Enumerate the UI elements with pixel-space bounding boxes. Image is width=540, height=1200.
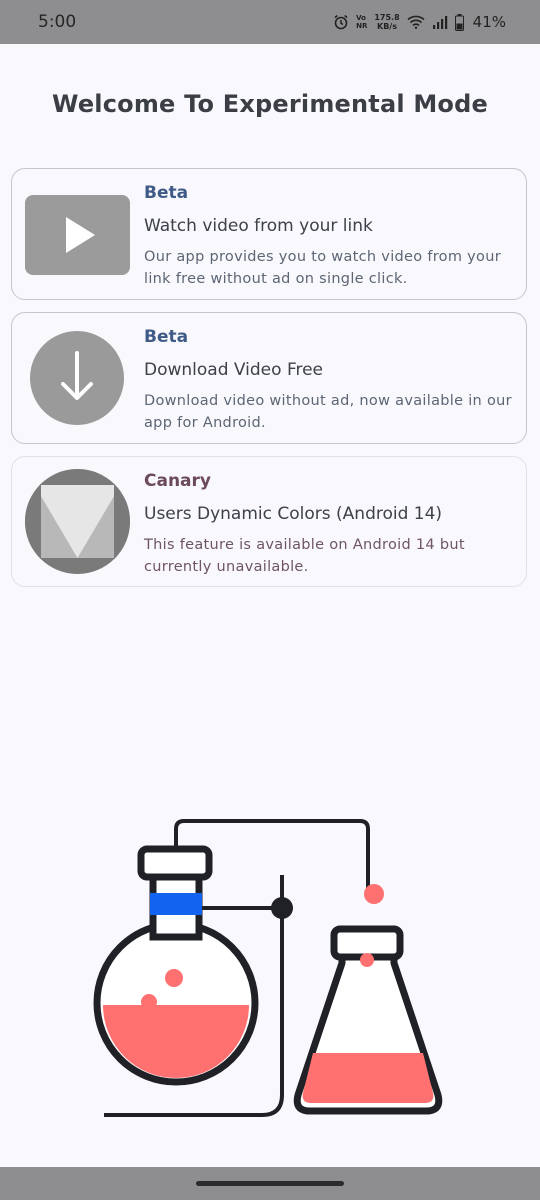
volte-line1: Vo [356,14,366,22]
network-speed-value: 175.8 [374,13,400,22]
wifi-icon [407,15,425,29]
signal-icon [432,15,448,29]
feature-badge: Canary [144,471,211,491]
status-time: 5:00 [38,12,77,32]
feature-description: Download video without ad, now available… [144,393,512,431]
network-speed: 175.8 KB/s [374,13,399,31]
battery-percent: 41% [472,13,506,31]
download-icon [30,331,124,430]
volte-indicator: Vo NR [356,14,367,30]
volte-line2: NR [356,22,368,30]
feature-card-watch-video[interactable]: Beta Watch video from your link Our app … [11,168,527,300]
status-bar: 5:00 Vo NR 175.8 KB/s 41% [0,0,540,44]
system-navigation-bar [0,1167,540,1200]
home-gesture-handle[interactable] [196,1181,344,1186]
feature-description: Our app provides you to watch video from… [144,249,501,287]
feature-badge: Beta [144,327,189,347]
battery-icon [454,13,464,31]
play-icon [25,195,130,280]
feature-card-download-video[interactable]: Beta Download Video Free Download video … [11,312,527,444]
feature-card-dynamic-colors[interactable]: Canary Users Dynamic Colors (Android 14)… [11,456,527,587]
feature-title: Download Video Free [144,360,324,380]
material-you-icon [25,469,130,579]
feature-description: This feature is available on Android 14 … [144,537,465,575]
feature-badge: Beta [144,183,189,203]
alarm-icon [333,14,349,30]
network-speed-unit: KB/s [377,22,397,31]
feature-title: Watch video from your link [144,216,373,236]
feature-title: Users Dynamic Colors (Android 14) [144,504,443,524]
chemistry-flasks-illustration [90,815,460,1130]
page-title: Welcome To Experimental Mode [52,90,488,118]
status-icons: Vo NR 175.8 KB/s 41% [333,9,506,35]
